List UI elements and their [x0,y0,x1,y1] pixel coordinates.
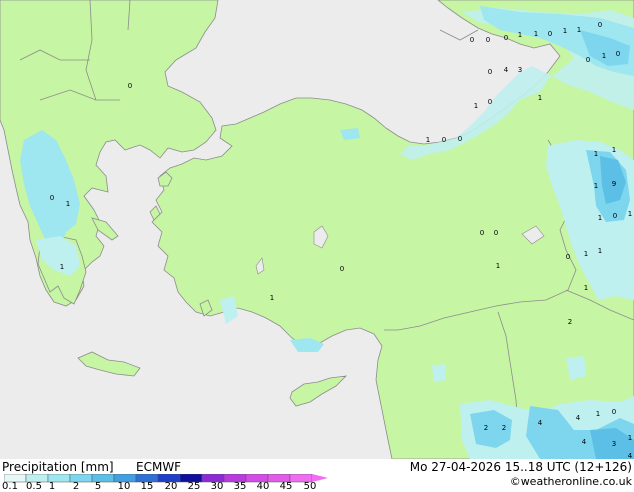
precip-value: 0 [488,98,492,106]
precip-value: 3 [518,66,522,74]
precip-value: 0 [566,253,570,261]
colorbar-tick-label: 10 [117,481,131,492]
colorbar-tick-label: 40 [256,481,270,492]
colorbar-tick-label: 15 [140,481,154,492]
precip-value: 1 [584,250,588,258]
precip-value: 0 [548,30,552,38]
precip-value: 1 [596,410,600,418]
precip-value: 1 [426,136,430,144]
precip-value: 0 [494,229,498,237]
precip-value: 1 [577,26,581,34]
precip-value: 2 [484,424,488,432]
copyright: ©weatheronline.co.uk [509,475,632,488]
precip-value: 0 [442,136,446,144]
precip-value: 9 [612,180,616,188]
precip-value: 1 [628,434,632,442]
precip-value: 2 [502,424,506,432]
precip-value: 1 [66,200,70,208]
precip-value: 1 [612,146,616,154]
precip-value: 1 [598,247,602,255]
precip-value: 0 [340,265,344,273]
precip-area [432,364,446,382]
colorbar-tick-label: 0.1 [2,481,18,492]
precip-value: 3 [612,440,616,448]
precip-value: 0 [128,82,132,90]
precip-value: 0 [616,50,620,58]
precip-value: 4 [576,414,581,422]
precip-value: 1 [563,27,567,35]
precip-value: 1 [538,94,542,102]
precip-value: 0 [488,68,492,76]
model-name: ECMWF [136,460,182,474]
colorbar-tick-label: 45 [279,481,293,492]
precipitation-map: 0001101100430101011000011010011119101011… [0,0,634,492]
colorbar-tick-label: 25 [187,481,201,492]
colorbar-tick-label: 30 [210,481,224,492]
precip-value: 1 [270,294,274,302]
precip-value: 0 [470,36,474,44]
forecast-datetime: Mo 27-04-2026 15..18 UTC (12+126) [409,460,632,474]
map-canvas: 0 0 0 1 1 0 1 1 0 0 4 3 0 1 0 1 0 1 1 0 0 0 0 1 1 0 1 0 0 1 1 1 1 9 1 0 1 0 1 1… [0,0,634,459]
precip-value: 1 [598,214,602,222]
precip-value: 1 [594,182,598,190]
colorbar-tick-label: 5 [94,481,102,492]
precip-value: 0 [613,212,617,220]
precip-value: 0 [586,56,590,64]
colorbar-tick-label: 20 [164,481,178,492]
colorbar-tick-label: 50 [303,481,317,492]
precip-value: 4 [538,419,543,427]
legend-title: Precipitation [mm] [2,460,114,474]
colorbar-tick-label: 35 [233,481,247,492]
precip-value: 0 [480,229,484,237]
colorbar-tick-label: 0.5 [26,481,42,492]
precip-value: 1 [518,31,522,39]
precip-value: 1 [60,263,64,271]
precip-value: 1 [496,262,500,270]
colorbar-tick-label: 1 [48,481,56,492]
precip-value: 1 [602,52,606,60]
precip-value: 0 [612,408,616,416]
precip-value: 4 [628,452,633,459]
precip-value: 0 [486,36,490,44]
precip-value: 2 [568,318,572,326]
precip-value: 0 [504,34,508,42]
precip-value: 0 [598,21,602,29]
precip-value: 1 [584,284,588,292]
precip-value: 1 [594,150,598,158]
precip-value: 0 [458,135,462,143]
precip-value: 4 [504,66,509,74]
precip-value: 4 [582,438,587,446]
precip-value: 0 [50,194,54,202]
precip-value: 1 [628,210,632,218]
precip-value: 1 [474,102,478,110]
colorbar-tick-label: 2 [72,481,80,492]
precip-value: 1 [534,30,538,38]
